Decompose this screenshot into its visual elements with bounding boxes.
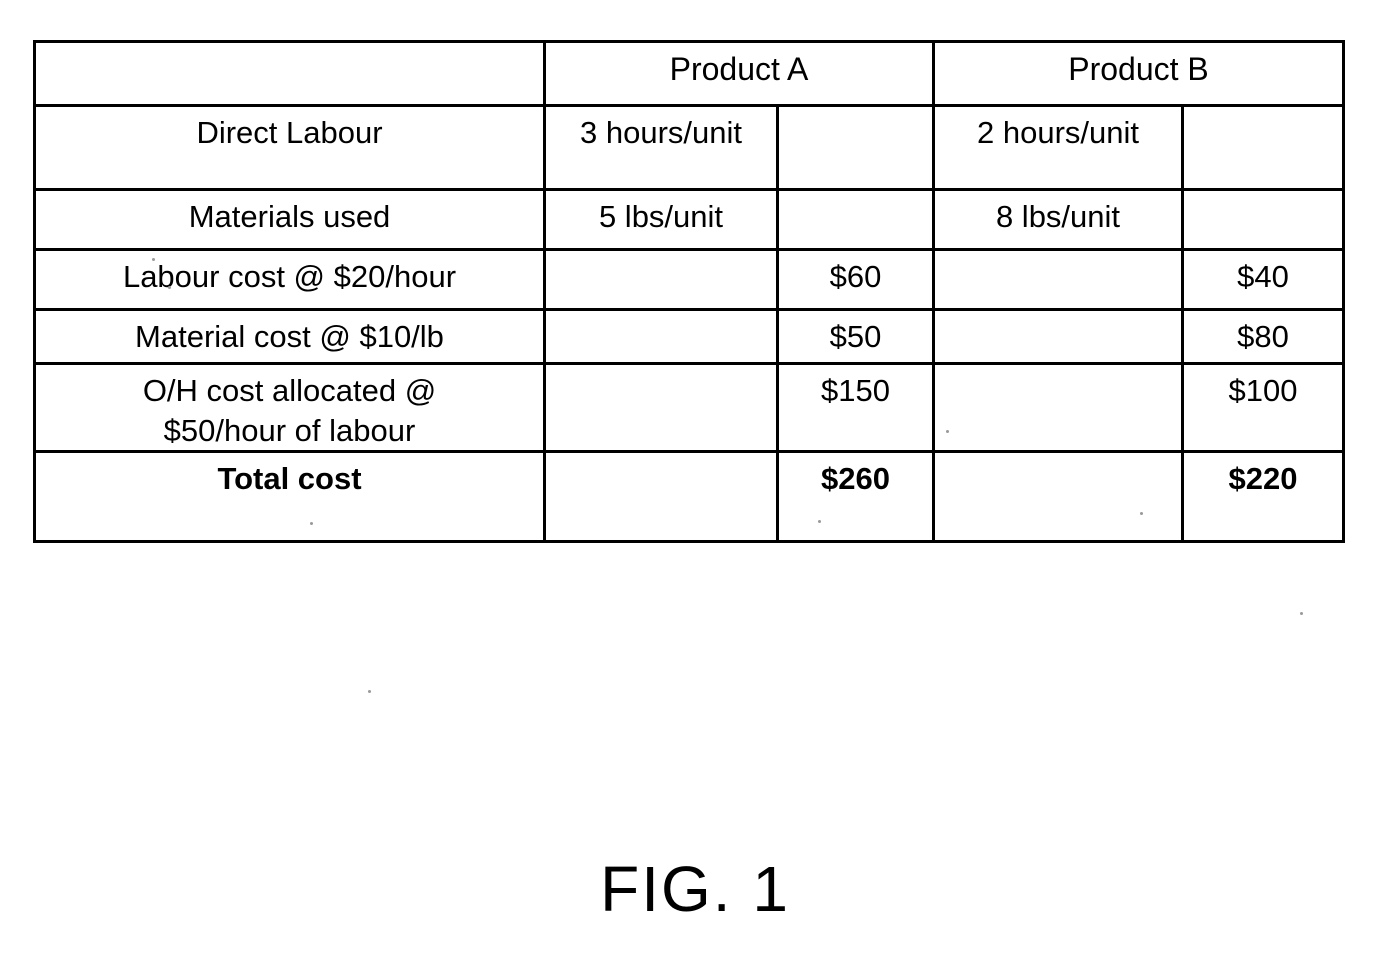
table-row: Direct Labour 3 hours/unit 2 hours/unit	[33, 104, 1346, 191]
table-row-total: Total cost $260 $220	[33, 450, 1346, 544]
cell-product-b-cost: $100	[1180, 361, 1346, 454]
scan-speckle	[1300, 612, 1303, 615]
cell-product-b-cost: $40	[1180, 248, 1346, 311]
header-blank-label	[36, 43, 543, 49]
row-label-direct-labour: Direct Labour	[196, 115, 383, 150]
header-label-product-a: Product A	[669, 51, 809, 87]
cell-product-b-cost: $80	[1180, 308, 1346, 365]
scan-speckle	[1140, 512, 1143, 515]
value-b-cost-labour-cost: $40	[1237, 259, 1289, 294]
table-row: Materials used 5 lbs/unit 8 lbs/unit	[33, 188, 1346, 251]
value-b-qty-oh-cost	[935, 365, 1181, 371]
value-a-cost-material-cost: $50	[829, 319, 882, 354]
cell-product-a-quantity	[543, 450, 779, 544]
row-label-materials-used: Materials used	[188, 199, 391, 234]
figure-caption: FIG. 1	[600, 853, 790, 925]
row-label-cell: Labour cost @ $20/hour	[33, 248, 546, 311]
row-label-total-cost: Total cost	[217, 461, 362, 497]
cell-product-a-cost: $150	[776, 361, 935, 454]
cell-product-a-cost	[776, 104, 935, 191]
header-cell-product-b: Product B	[931, 40, 1346, 107]
scan-speckle	[818, 520, 821, 523]
header-cell-blank	[33, 40, 546, 107]
value-a-cost-materials-used	[779, 191, 932, 197]
row-label-labour-cost: Labour cost @ $20/hour	[122, 259, 457, 294]
scan-speckle	[168, 286, 171, 289]
value-b-cost-oh-cost: $100	[1228, 373, 1298, 408]
cell-product-b-cost	[1180, 188, 1346, 251]
table-row: O/H cost allocated @ $50/hour of labour …	[33, 361, 1346, 454]
cell-product-b-cost	[1180, 104, 1346, 191]
cell-product-b-quantity: 2 hours/unit	[932, 104, 1184, 191]
cell-product-b-cost: $220	[1180, 450, 1346, 544]
cell-product-a-cost: $50	[776, 308, 935, 365]
scan-speckle	[946, 430, 949, 433]
row-label-cell: Total cost	[33, 450, 546, 544]
header-label-product-b: Product B	[1068, 51, 1209, 87]
value-b-cost-direct-labour	[1184, 107, 1342, 113]
value-b-qty-total-cost	[935, 453, 1181, 459]
row-label-oh-cost-line1: O/H cost allocated @	[142, 373, 437, 408]
value-a-cost-oh-cost: $150	[821, 373, 890, 408]
value-a-qty-total-cost	[546, 453, 776, 459]
value-a-cost-labour-cost: $60	[829, 259, 882, 294]
value-b-qty-material-cost	[935, 311, 1181, 317]
row-label-cell: Direct Labour	[33, 104, 546, 191]
value-a-cost-direct-labour	[779, 107, 932, 113]
value-b-cost-material-cost: $80	[1237, 319, 1289, 354]
value-a-cost-total-cost: $260	[821, 461, 890, 497]
cell-product-a-quantity: 5 lbs/unit	[543, 188, 779, 251]
cell-product-a-quantity: 3 hours/unit	[543, 104, 779, 191]
row-label-oh-cost: O/H cost allocated @ $50/hour of labour	[36, 365, 543, 450]
scan-speckle	[152, 258, 155, 261]
scan-speckle	[310, 522, 313, 525]
value-b-qty-materials-used: 8 lbs/unit	[995, 199, 1121, 234]
value-b-cost-total-cost: $220	[1228, 461, 1298, 497]
cell-product-a-cost: $260	[776, 450, 935, 544]
table-row: Material cost @ $10/lb $50 $80	[33, 308, 1346, 365]
cell-product-b-quantity	[932, 248, 1184, 311]
table-header-row: Product A Product B	[33, 40, 1346, 107]
scan-speckle	[368, 690, 371, 693]
value-a-qty-oh-cost	[546, 365, 776, 371]
value-b-qty-labour-cost	[935, 251, 1181, 257]
cell-product-a-quantity	[543, 308, 779, 365]
cell-product-b-quantity	[932, 308, 1184, 365]
row-label-material-cost: Material cost @ $10/lb	[135, 319, 444, 354]
value-a-qty-direct-labour: 3 hours/unit	[580, 115, 742, 150]
cell-product-a-quantity	[543, 248, 779, 311]
table-row: Labour cost @ $20/hour $60 $40	[33, 248, 1346, 311]
value-b-qty-direct-labour: 2 hours/unit	[977, 115, 1139, 150]
value-a-qty-material-cost	[546, 311, 776, 317]
cell-product-b-quantity	[932, 450, 1184, 544]
row-label-cell: Material cost @ $10/lb	[33, 308, 546, 365]
cell-product-b-quantity	[932, 361, 1184, 454]
cell-product-b-quantity: 8 lbs/unit	[932, 188, 1184, 251]
value-b-cost-materials-used	[1184, 191, 1342, 197]
row-label-oh-cost-line2: $50/hour of labour	[163, 412, 416, 448]
cell-product-a-quantity	[543, 361, 779, 454]
header-cell-product-a: Product A	[543, 40, 935, 107]
value-a-qty-materials-used: 5 lbs/unit	[598, 199, 724, 234]
value-a-qty-labour-cost	[546, 251, 776, 257]
row-label-cell: O/H cost allocated @ $50/hour of labour	[33, 361, 546, 454]
row-label-cell: Materials used	[33, 188, 546, 251]
cell-product-a-cost: $60	[776, 248, 935, 311]
cell-product-a-cost	[776, 188, 935, 251]
cost-comparison-table: Product A Product B Direct Labour 3 hour…	[33, 40, 1346, 544]
